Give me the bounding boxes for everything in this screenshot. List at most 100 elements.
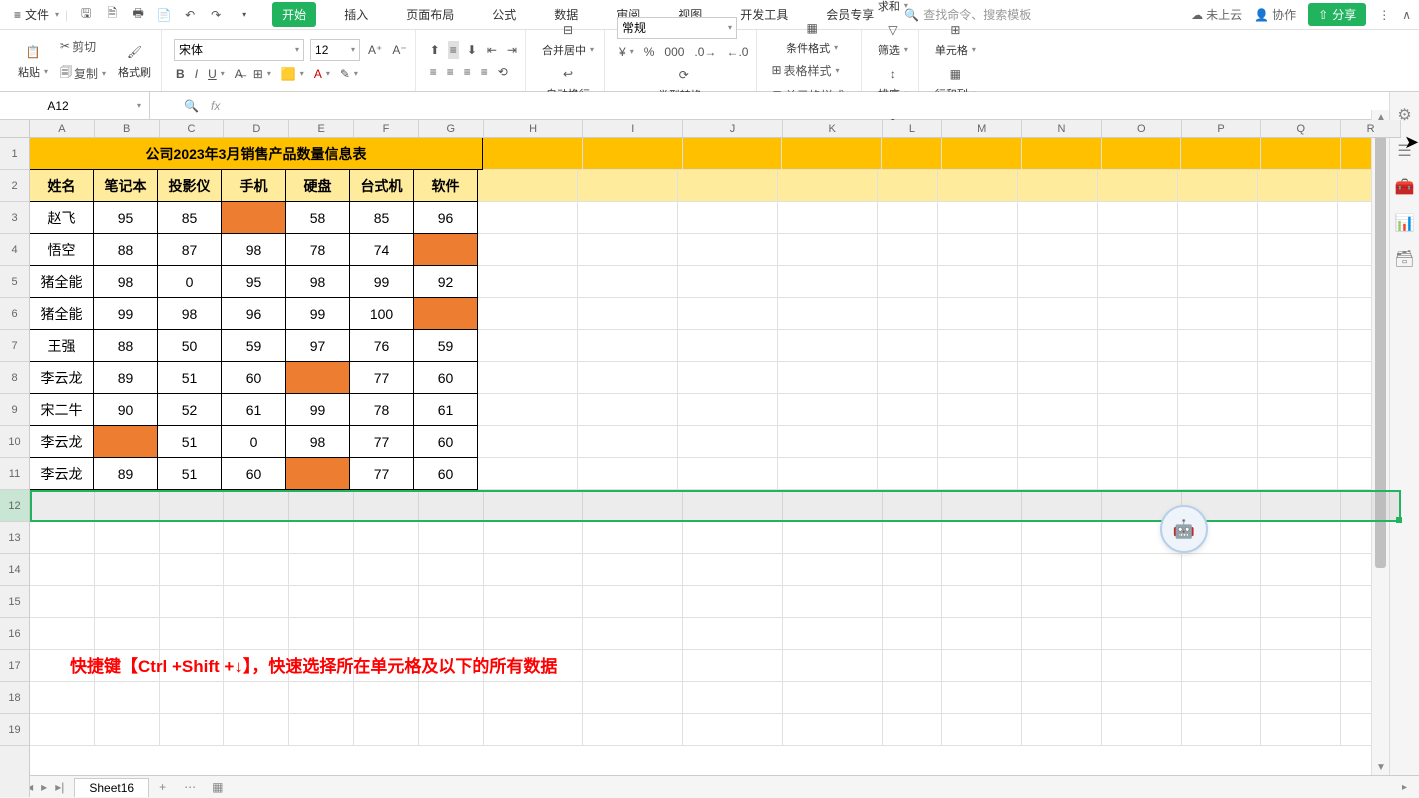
cell[interactable] <box>1018 202 1098 234</box>
comma-icon[interactable]: 000 <box>662 43 686 61</box>
cell[interactable] <box>938 362 1018 394</box>
tab-page-layout[interactable]: 页面布局 <box>396 2 464 27</box>
row-header-8[interactable]: 8 <box>0 362 29 394</box>
cell[interactable] <box>583 586 683 618</box>
col-header-G[interactable]: G <box>419 120 484 137</box>
cell[interactable] <box>1182 650 1262 682</box>
cell[interactable] <box>1258 330 1338 362</box>
cell[interactable] <box>478 170 578 202</box>
cell[interactable]: 60 <box>221 361 286 394</box>
cell[interactable] <box>1098 234 1178 266</box>
cell[interactable] <box>942 650 1022 682</box>
col-header-R[interactable]: R <box>1341 120 1401 137</box>
cell[interactable] <box>1261 618 1341 650</box>
indent-increase-icon[interactable]: ⇥ <box>505 41 519 59</box>
cell[interactable] <box>778 426 878 458</box>
cell[interactable] <box>938 330 1018 362</box>
col-header-N[interactable]: N <box>1022 120 1102 137</box>
cell[interactable] <box>938 426 1018 458</box>
share-button[interactable]: ⇧分享 <box>1308 3 1366 26</box>
cell[interactable] <box>1182 554 1262 586</box>
cell[interactable] <box>942 618 1022 650</box>
cell[interactable]: 51 <box>157 457 222 490</box>
bold-button[interactable]: B <box>174 65 187 83</box>
cell[interactable] <box>938 394 1018 426</box>
cell[interactable] <box>878 266 938 298</box>
cell[interactable] <box>419 586 484 618</box>
cell[interactable] <box>30 682 95 714</box>
cell[interactable] <box>683 138 783 170</box>
name-box[interactable]: ▾ <box>0 92 150 119</box>
tab-insert[interactable]: 插入 <box>334 2 378 27</box>
col-header-L[interactable]: L <box>883 120 943 137</box>
cell[interactable] <box>1022 618 1102 650</box>
cloud-status[interactable]: ☁未上云 <box>1191 6 1242 23</box>
cell[interactable]: 74 <box>349 233 414 266</box>
cell[interactable] <box>1098 426 1178 458</box>
cell[interactable] <box>1018 362 1098 394</box>
border-button[interactable]: ⊞▾ <box>251 65 273 83</box>
cell[interactable] <box>778 394 878 426</box>
cell[interactable] <box>578 330 678 362</box>
cell[interactable] <box>942 682 1022 714</box>
cell[interactable] <box>683 650 783 682</box>
cell[interactable] <box>1261 682 1341 714</box>
cell[interactable] <box>1022 490 1102 522</box>
tab-next-icon[interactable]: ▸ <box>41 780 47 794</box>
font-color-button[interactable]: A▾ <box>312 65 332 83</box>
cell[interactable] <box>942 714 1022 746</box>
col-header-A[interactable]: A <box>30 120 95 137</box>
cell[interactable] <box>938 298 1018 330</box>
cell[interactable] <box>878 426 938 458</box>
cell[interactable] <box>678 170 778 202</box>
cell[interactable] <box>878 458 938 490</box>
cell[interactable] <box>678 234 778 266</box>
cell[interactable] <box>1182 682 1262 714</box>
sidebar-toolbox-icon[interactable]: 🧰 <box>1396 178 1414 196</box>
cell[interactable] <box>578 426 678 458</box>
sidebar-chart-icon[interactable]: 📊 <box>1396 214 1414 232</box>
cell[interactable] <box>678 394 778 426</box>
cell[interactable]: 60 <box>413 457 478 490</box>
cell[interactable] <box>478 426 578 458</box>
cell[interactable] <box>1022 682 1102 714</box>
cell[interactable] <box>782 138 882 170</box>
cell[interactable]: 87 <box>157 233 222 266</box>
cell[interactable]: 58 <box>285 201 350 234</box>
cell[interactable]: 投影仪 <box>157 169 222 202</box>
cell[interactable]: 78 <box>349 393 414 426</box>
cell[interactable] <box>478 362 578 394</box>
cell[interactable] <box>783 618 883 650</box>
cell[interactable] <box>883 490 943 522</box>
cell[interactable]: 笔记本 <box>93 169 158 202</box>
cell[interactable]: 王强 <box>29 329 94 362</box>
cell[interactable] <box>160 682 225 714</box>
cell[interactable]: 78 <box>285 233 350 266</box>
cell[interactable] <box>942 522 1022 554</box>
cell[interactable] <box>678 426 778 458</box>
row-header-18[interactable]: 18 <box>0 682 29 714</box>
cell[interactable] <box>1258 170 1338 202</box>
cell[interactable] <box>484 490 584 522</box>
cell[interactable] <box>783 650 883 682</box>
cell[interactable] <box>30 618 95 650</box>
cell[interactable] <box>678 266 778 298</box>
cell[interactable]: 99 <box>349 265 414 298</box>
cell[interactable] <box>30 522 95 554</box>
cell[interactable] <box>483 138 583 170</box>
cell[interactable]: 61 <box>221 393 286 426</box>
cell[interactable] <box>783 522 883 554</box>
cell[interactable]: 59 <box>221 329 286 362</box>
row-header-3[interactable]: 3 <box>0 202 29 234</box>
cell[interactable]: 99 <box>285 393 350 426</box>
cell[interactable] <box>683 554 783 586</box>
cell[interactable] <box>478 330 578 362</box>
cell[interactable] <box>778 362 878 394</box>
cell[interactable] <box>419 714 484 746</box>
cell[interactable] <box>778 170 878 202</box>
cell[interactable]: 硬盘 <box>285 169 350 202</box>
print-preview-icon[interactable]: 📄 <box>156 7 172 23</box>
cell[interactable] <box>419 682 484 714</box>
cell[interactable] <box>678 458 778 490</box>
col-header-F[interactable]: F <box>354 120 419 137</box>
